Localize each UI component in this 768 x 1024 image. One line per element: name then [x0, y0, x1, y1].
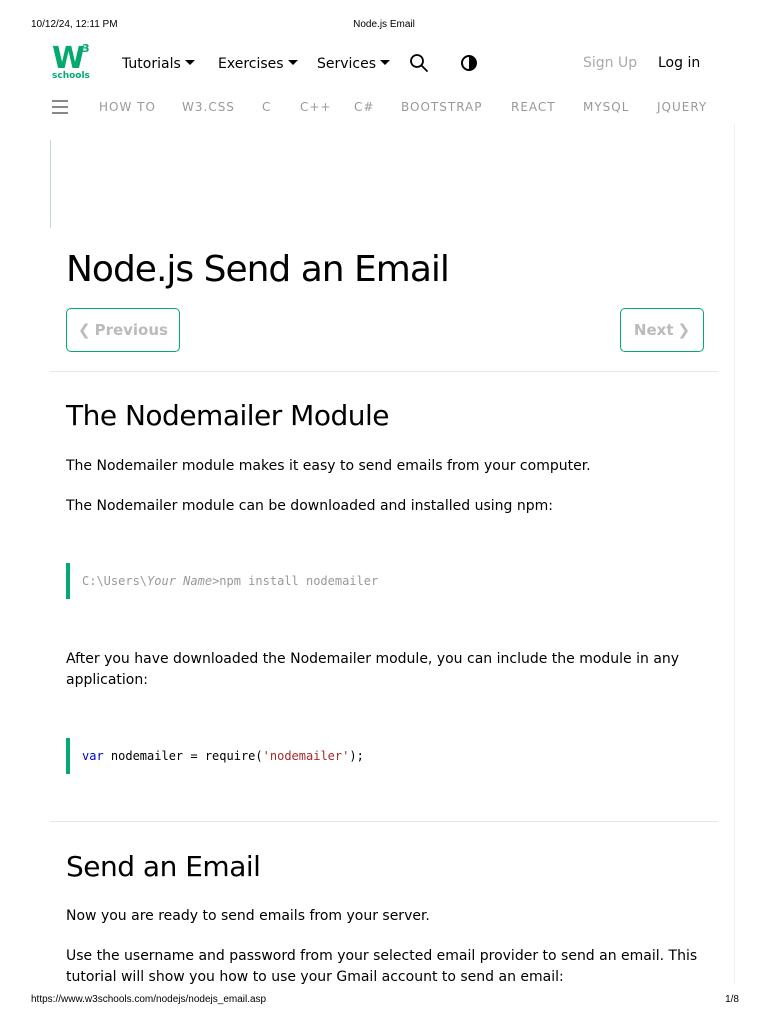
caret-down-icon	[380, 60, 391, 65]
tutorials-menu[interactable]: Tutorials	[122, 55, 195, 73]
logo-wordmark: schools	[52, 71, 90, 81]
print-page-number: 1/8	[725, 994, 739, 1005]
print-doc-title: Node.js Email	[353, 19, 415, 30]
page-title: Node.js Send an Email	[66, 249, 450, 290]
print-header: 10/12/24, 12:11 PM Node.js Email	[0, 19, 768, 33]
code-placeholder: Your Name	[147, 574, 213, 588]
login-link[interactable]: Log in	[658, 55, 700, 71]
services-menu-label: Services	[317, 56, 377, 72]
ad-placeholder-border	[50, 140, 51, 228]
previous-button[interactable]: ❮ Previous	[66, 308, 180, 352]
caret-down-icon	[184, 60, 195, 65]
subnav-item-howto[interactable]: HOW TO	[99, 100, 156, 114]
section-divider	[50, 371, 718, 372]
chevron-right-icon: ❯	[677, 321, 691, 339]
next-button-label: Next	[633, 321, 674, 339]
w3schools-logo[interactable]: W 3 schools	[52, 41, 94, 84]
code-example-install: C:\Users\Your Name>npm install nodemaile…	[66, 563, 706, 599]
exercises-menu[interactable]: Exercises	[218, 55, 298, 73]
subnav-item-c[interactable]: C	[262, 100, 271, 114]
exercises-menu-label: Exercises	[218, 56, 284, 72]
print-url: https://www.w3schools.com/nodejs/nodejs_…	[31, 994, 267, 1005]
subnav-item-react[interactable]: REACT	[511, 100, 556, 114]
print-footer: https://www.w3schools.com/nodejs/nodejs_…	[0, 994, 768, 1008]
section-heading-nodemailer: The Nodemailer Module	[66, 399, 390, 432]
search-icon[interactable]	[409, 53, 429, 73]
logo-mark: W	[52, 41, 85, 76]
logo-superscript: 3	[82, 42, 90, 55]
subnav-item-csharp[interactable]: C#	[354, 100, 374, 114]
paragraph: After you have downloaded the Nodemailer…	[66, 651, 680, 688]
previous-button-label: Previous	[94, 321, 168, 339]
chevron-left-icon: ❮	[78, 321, 91, 339]
caret-down-icon	[287, 60, 298, 65]
code-text-end: );	[349, 749, 364, 763]
subnav-item-w3css[interactable]: W3.CSS	[182, 100, 235, 114]
subnav-item-cpp[interactable]: C++	[300, 100, 332, 114]
contrast-icon[interactable]	[459, 53, 479, 73]
signup-link[interactable]: Sign Up	[583, 55, 637, 71]
top-navbar: W 3 schools Tutorials Exercises Services…	[0, 40, 768, 90]
code-keyword: var	[82, 749, 104, 763]
subnav-item-bootstrap[interactable]: BOOTSTRAP	[401, 100, 483, 114]
hamburger-icon[interactable]	[52, 100, 68, 114]
next-button[interactable]: Next ❯	[620, 308, 704, 352]
services-menu[interactable]: Services	[317, 55, 391, 73]
paragraph: The Nodemailer module can be downloaded …	[66, 498, 553, 514]
content-right-border	[734, 124, 735, 984]
subnav-bar: HOW TO W3.CSS C C++ C# BOOTSTRAP REACT M…	[0, 98, 768, 118]
subnav-item-mysql[interactable]: MYSQL	[583, 100, 629, 114]
code-prefix: C:\Users\	[82, 574, 148, 588]
code-text: nodemailer = require(	[103, 749, 263, 763]
code-command: >npm install nodemailer	[212, 574, 379, 588]
subnav-item-jquery[interactable]: JQUERY	[657, 100, 707, 114]
paragraph: The Nodemailer module makes it easy to s…	[66, 458, 591, 474]
section-heading-send-email: Send an Email	[66, 850, 261, 883]
section-divider	[50, 821, 718, 822]
tutorials-menu-label: Tutorials	[122, 56, 181, 72]
code-string: 'nodemailer'	[262, 749, 350, 763]
paragraph: Now you are ready to send emails from yo…	[66, 908, 430, 924]
code-example-require: var nodemailer = require('nodemailer');	[66, 738, 706, 774]
paragraph: Use the username and password from your …	[66, 948, 698, 985]
